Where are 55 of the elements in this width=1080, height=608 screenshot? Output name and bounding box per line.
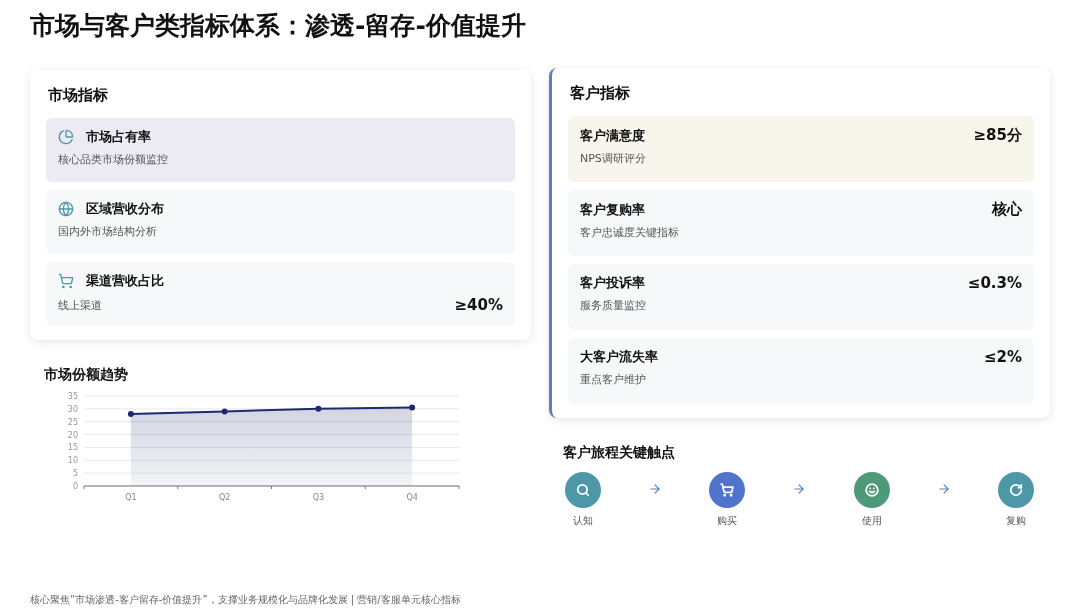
step-label: 使用: [861, 514, 882, 528]
data-point: [127, 411, 134, 417]
metric-desc: 重点客户维护: [580, 372, 647, 387]
step-label: 购买: [717, 514, 738, 528]
footer-note: 核心聚焦“市场渗透-客户留存-价值提升”，支撑业务规模化与品牌化发展 | 营销/客服单元核心指标: [30, 593, 462, 607]
metric-value: ≤2%: [983, 348, 1022, 366]
data-point: [221, 408, 228, 415]
y-tick-label: 30: [67, 404, 78, 414]
metric-desc: NPS调研评分: [580, 151, 647, 166]
y-tick-label: 20: [67, 430, 78, 440]
card-heading: 市场指标: [48, 85, 109, 106]
arrow-icon: [792, 482, 807, 496]
metric-name: 渠道营收占比: [86, 272, 164, 290]
y-tick-label: 0: [72, 482, 78, 491]
search-icon: [576, 483, 590, 497]
metric-value: ≥85分: [973, 126, 1022, 145]
metric-value: ≥40%: [454, 296, 503, 314]
y-tick-label: 35: [67, 392, 78, 401]
section-heading: 市场份额趋势: [44, 366, 129, 384]
y-tick-label: 5: [72, 469, 78, 479]
y-tick-label: 25: [67, 417, 78, 427]
cart-icon: [720, 483, 735, 497]
globe-icon: [58, 201, 74, 217]
metric-name: 区域营收分布: [86, 200, 164, 218]
smile-icon: [864, 483, 879, 497]
y-tick-label: 15: [67, 443, 78, 453]
step-label: 复购: [1005, 514, 1026, 528]
y-tick-label: 10: [67, 456, 78, 466]
metric-desc: 服务质量监控: [580, 298, 647, 313]
page-title: 市场与客户类指标体系：渗透-留存-价值提升: [30, 10, 527, 42]
metric-value: 核心: [992, 200, 1022, 219]
refresh-icon: [1008, 483, 1023, 497]
card-heading: 客户指标: [570, 83, 631, 104]
metric-desc: 国内外市场结构分析: [58, 224, 157, 239]
metric-name: 大客户流失率: [580, 348, 658, 366]
metric-name: 市场占有率: [86, 128, 151, 146]
metric-name: 客户满意度: [580, 126, 645, 145]
x-tick-label: Q2: [218, 493, 231, 502]
x-tick-label: Q1: [125, 493, 137, 502]
metric-desc: 核心品类市场份额监控: [58, 152, 168, 167]
arrow-icon: [936, 482, 951, 496]
x-tick-label: Q4: [406, 493, 418, 502]
metric-name: 客户投诉率: [580, 274, 645, 292]
arrow-icon: [648, 482, 663, 496]
pie-chart-icon: [58, 129, 74, 145]
data-point: [315, 405, 322, 412]
metric-name: 客户复购率: [580, 200, 645, 219]
metric-desc: 线上渠道: [58, 297, 102, 313]
step-label: 认知: [573, 514, 593, 528]
metric-desc: 客户忠诚度关键指标: [580, 225, 680, 240]
metric-value: ≤0.3%: [967, 274, 1022, 292]
data-point: [409, 404, 416, 411]
x-tick-label: Q3: [312, 493, 325, 502]
section-heading: 客户旅程关键触点: [563, 444, 676, 462]
cart-icon: [58, 273, 74, 289]
